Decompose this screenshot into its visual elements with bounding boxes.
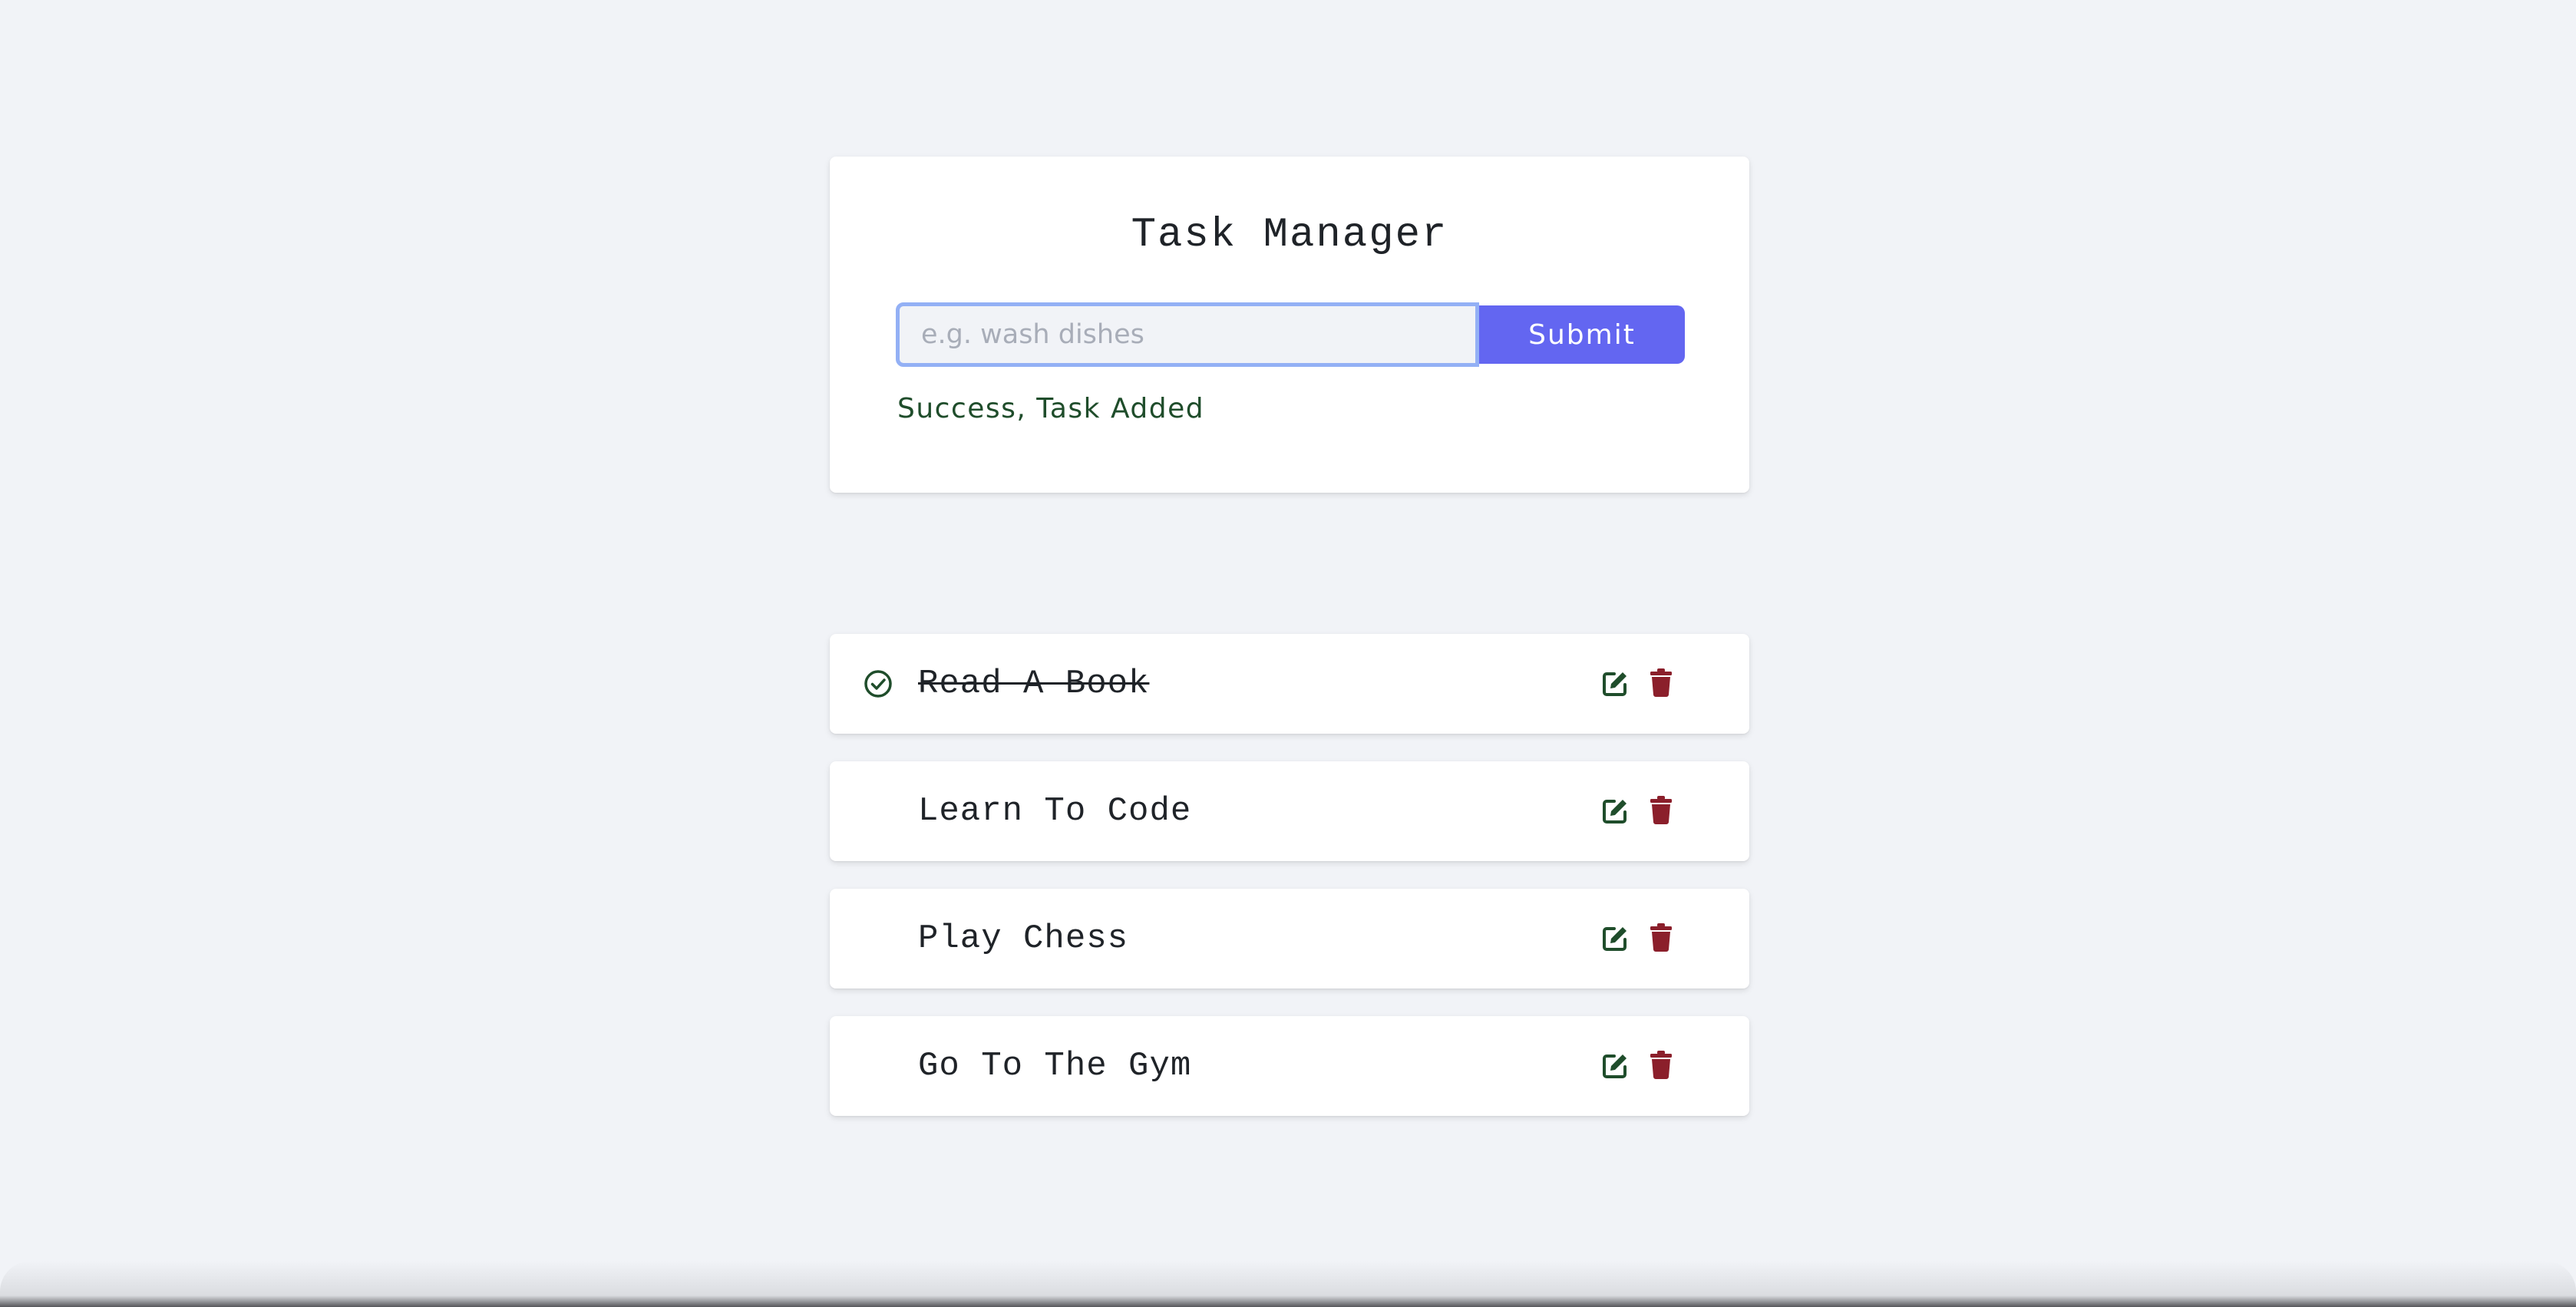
edit-icon[interactable] — [1600, 669, 1630, 698]
edit-icon[interactable] — [1600, 797, 1630, 826]
task-item: Learn To Code — [830, 761, 1749, 861]
task-input-row: Submit — [896, 302, 1746, 367]
task-item: Go To The Gym — [830, 1016, 1749, 1116]
page-title: Task Manager — [1131, 212, 1448, 259]
trash-icon[interactable] — [1650, 1050, 1673, 1079]
task-name: Go To The Gym — [918, 1047, 1192, 1085]
trash-icon[interactable] — [1650, 795, 1673, 824]
task-input[interactable] — [896, 302, 1479, 367]
trash-icon[interactable] — [1650, 922, 1673, 952]
task-item: Read A Book — [830, 634, 1749, 734]
edit-icon[interactable] — [1600, 924, 1630, 953]
task-name: Read A Book — [918, 665, 1150, 703]
submit-button[interactable]: Submit — [1479, 305, 1685, 364]
edit-icon[interactable] — [1600, 1051, 1630, 1081]
task-form-card: Task Manager Submit Success, Task Added — [830, 157, 1749, 493]
check-circle-icon[interactable] — [862, 668, 894, 700]
window-bottom-edge — [0, 1261, 2576, 1307]
trash-icon[interactable] — [1650, 668, 1673, 697]
success-alert: Success, Task Added — [897, 393, 1205, 424]
task-item: Play Chess — [830, 889, 1749, 989]
task-name: Play Chess — [918, 919, 1129, 958]
task-name: Learn To Code — [918, 792, 1192, 830]
